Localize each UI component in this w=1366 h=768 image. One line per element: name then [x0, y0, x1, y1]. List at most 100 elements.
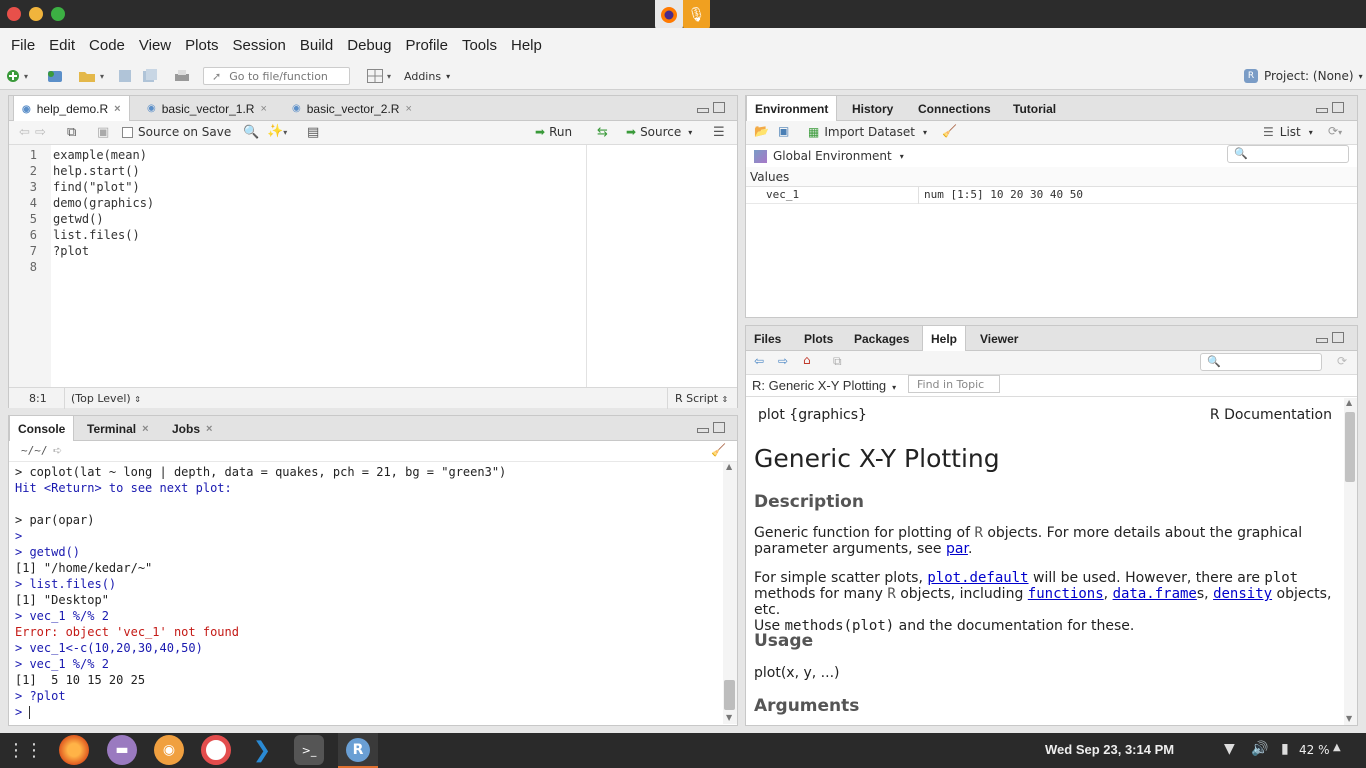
- import-dataset-button[interactable]: ▦ Import Dataset ▾: [808, 125, 927, 139]
- close-tab-icon[interactable]: ×: [142, 423, 148, 435]
- tab-packages[interactable]: Packages: [846, 326, 917, 351]
- clear-objects-icon[interactable]: 🧹: [942, 124, 957, 138]
- environment-scope-selector[interactable]: Global Environment ▾: [754, 149, 904, 163]
- show-in-window-icon[interactable]: ⧉: [833, 354, 842, 369]
- tab-console[interactable]: Console: [9, 416, 75, 442]
- maximize-window-button[interactable]: [51, 7, 65, 21]
- menu-help[interactable]: Help: [504, 37, 549, 54]
- home-icon[interactable]: ⌂: [803, 353, 811, 367]
- microphone-icon[interactable]: 🎙: [683, 0, 710, 30]
- tab-files[interactable]: Files: [746, 326, 789, 351]
- help-scrollbar[interactable]: ▲ ▼: [1344, 398, 1357, 725]
- menu-file[interactable]: File: [4, 37, 42, 54]
- file-type-selector[interactable]: R Script ⇕: [675, 392, 728, 405]
- menu-tools[interactable]: Tools: [455, 37, 504, 54]
- console-output[interactable]: > coplot(lat ~ long | depth, data = quak…: [15, 462, 721, 724]
- environment-search-input[interactable]: 🔍: [1227, 145, 1349, 163]
- back-arrow-icon[interactable]: ⇦: [19, 125, 30, 140]
- new-file-button[interactable]: ▾: [6, 67, 28, 85]
- maximize-pane-icon[interactable]: [1332, 102, 1344, 113]
- firefox-icon[interactable]: [59, 735, 89, 765]
- save-icon[interactable]: ▣: [97, 125, 109, 140]
- plot-default-link[interactable]: plot.default: [927, 570, 1028, 586]
- code-editor[interactable]: example(mean) help.start() find("plot") dem…: [53, 145, 586, 387]
- load-workspace-icon[interactable]: 📂: [754, 124, 769, 138]
- maximize-pane-icon[interactable]: [713, 102, 725, 113]
- menu-session[interactable]: Session: [226, 37, 293, 54]
- battery-icon[interactable]: ▮: [1281, 741, 1289, 757]
- code-line[interactable]: demo(graphics): [53, 195, 586, 211]
- tab-tutorial[interactable]: Tutorial: [1005, 96, 1064, 121]
- code-line[interactable]: help.start(): [53, 163, 586, 179]
- tab-help[interactable]: Help: [922, 326, 967, 352]
- goto-file-input[interactable]: ➚ Go to file/function: [203, 67, 350, 85]
- code-line[interactable]: list.files(): [53, 227, 586, 243]
- minimize-pane-icon[interactable]: [1316, 108, 1328, 113]
- menu-build[interactable]: Build: [293, 37, 340, 54]
- maximize-pane-icon[interactable]: [713, 422, 725, 433]
- forward-arrow-icon[interactable]: ⇨: [778, 354, 788, 368]
- close-tab-icon[interactable]: ×: [114, 103, 120, 115]
- volume-icon[interactable]: 🔊: [1251, 741, 1268, 757]
- close-tab-icon[interactable]: ×: [206, 423, 212, 435]
- back-arrow-icon[interactable]: ⇦: [754, 354, 764, 368]
- find-in-topic-input[interactable]: Find in Topic: [908, 375, 1000, 393]
- clear-console-icon[interactable]: 🧹: [711, 443, 726, 457]
- tab-terminal[interactable]: Terminal ×: [79, 416, 157, 441]
- refresh-icon[interactable]: ⟳: [1337, 354, 1347, 368]
- minimize-pane-icon[interactable]: [1316, 338, 1328, 343]
- terminal-icon[interactable]: >_: [294, 735, 324, 765]
- tab-basic-vector-2[interactable]: ◉ basic_vector_2.R ×: [284, 96, 420, 121]
- clock[interactable]: Wed Sep 23, 3:14 PM: [1045, 742, 1174, 757]
- menu-debug[interactable]: Debug: [340, 37, 398, 54]
- close-tab-icon[interactable]: ×: [260, 103, 266, 115]
- rstudio-icon[interactable]: R: [338, 733, 378, 768]
- new-project-button[interactable]: [46, 67, 64, 85]
- save-all-button[interactable]: [142, 67, 158, 85]
- menu-plots[interactable]: Plots: [178, 37, 225, 54]
- data-frame-link[interactable]: data.frame: [1113, 586, 1197, 602]
- scroll-thumb[interactable]: [724, 680, 735, 710]
- minimize-pane-icon[interactable]: [697, 428, 709, 433]
- save-button[interactable]: [118, 67, 132, 85]
- menu-edit[interactable]: Edit: [42, 37, 82, 54]
- close-tab-icon[interactable]: ×: [405, 103, 411, 115]
- code-line[interactable]: getwd(): [53, 211, 586, 227]
- forward-arrow-icon[interactable]: ⇨: [35, 125, 46, 140]
- wifi-icon[interactable]: ▼: [1224, 741, 1235, 757]
- view-mode-button[interactable]: ☰ List ▾: [1263, 125, 1313, 139]
- functions-link[interactable]: functions: [1028, 586, 1104, 602]
- tab-basic-vector-1[interactable]: ◉ basic_vector_1.R ×: [139, 96, 275, 121]
- files-icon[interactable]: ▬: [107, 735, 137, 765]
- firefox-sharing-icon[interactable]: [655, 0, 683, 30]
- screenshot-app-icon[interactable]: ◉: [154, 735, 184, 765]
- par-link[interactable]: par: [946, 541, 968, 557]
- tab-viewer[interactable]: Viewer: [972, 326, 1026, 351]
- tab-plots[interactable]: Plots: [796, 326, 841, 351]
- menu-view[interactable]: View: [132, 37, 178, 54]
- goto-directory-icon[interactable]: ➪: [53, 444, 62, 457]
- workspace-panes-button[interactable]: ▾: [367, 67, 391, 85]
- search-icon[interactable]: 🔍: [243, 125, 259, 140]
- refresh-icon[interactable]: ⟳▾: [1328, 124, 1342, 138]
- show-in-window-icon[interactable]: ⧉: [67, 125, 76, 140]
- table-row[interactable]: vec_1 num [1:5] 10 20 30 40 50: [746, 187, 1357, 204]
- console-scrollbar[interactable]: ▲ ▼: [723, 462, 737, 724]
- outline-icon[interactable]: ☰: [713, 125, 725, 140]
- tab-environment[interactable]: Environment: [746, 96, 838, 122]
- tab-help-demo[interactable]: ◉ help_demo.R ×: [13, 96, 130, 122]
- addins-button[interactable]: Addins ▾: [404, 67, 450, 85]
- project-menu-button[interactable]: R Project: (None) ▾: [1244, 67, 1363, 85]
- compile-report-icon[interactable]: ▤: [307, 125, 319, 140]
- menu-code[interactable]: Code: [82, 37, 132, 54]
- minimize-pane-icon[interactable]: [697, 108, 709, 113]
- code-line[interactable]: ?plot: [53, 243, 586, 259]
- menu-profile[interactable]: Profile: [398, 37, 455, 54]
- source-button[interactable]: ➡ Source ▾: [626, 125, 692, 139]
- print-button[interactable]: [174, 67, 190, 85]
- close-window-button[interactable]: [7, 7, 21, 21]
- maximize-pane-icon[interactable]: [1332, 332, 1344, 343]
- vscode-icon[interactable]: ❯: [247, 735, 277, 765]
- code-line[interactable]: find("plot"): [53, 179, 586, 195]
- minimize-window-button[interactable]: [29, 7, 43, 21]
